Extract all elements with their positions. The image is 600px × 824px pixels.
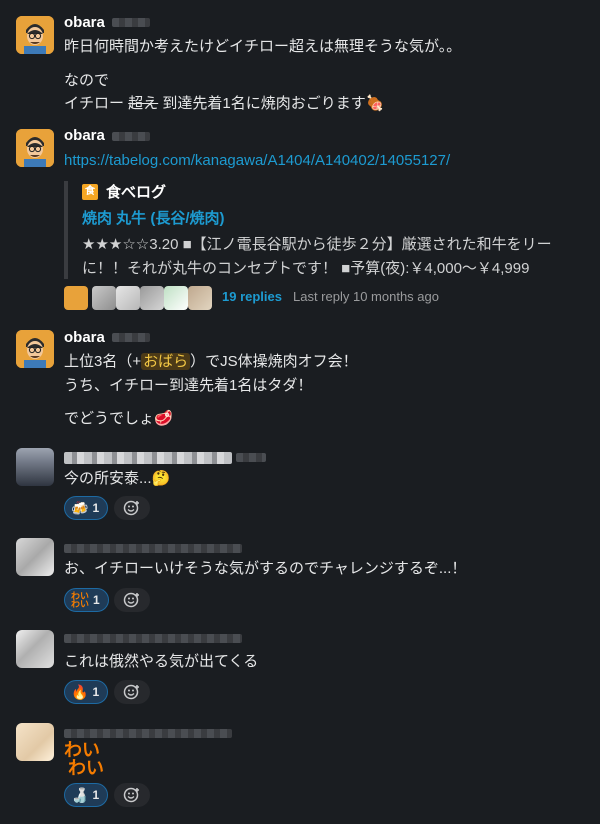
avatar[interactable] — [16, 448, 54, 486]
reaction-count: 1 — [92, 685, 100, 699]
message-text: イチロー 超え 到達先着1名に焼肉おごります🍖 — [64, 93, 384, 115]
link-preview-description-line: ★★★☆☆3.20 ■【江ノ電長谷駅から徒歩２分】厳選された和牛をリー — [82, 236, 552, 253]
avatar — [188, 286, 212, 310]
author-name[interactable]: obara — [64, 127, 105, 144]
add-reaction-button[interactable] — [114, 588, 150, 612]
beer-emoji: 🍻 — [71, 500, 89, 516]
avatar-illustration-icon — [16, 330, 54, 368]
text-segment: 上位3名（+ — [64, 353, 142, 370]
avatar — [116, 286, 140, 310]
message-text: でどうでしょ🥩 — [64, 408, 173, 430]
meat-emoji: 🍖 — [365, 95, 385, 112]
sake-emoji: 🍶 — [71, 787, 89, 803]
timestamp — [112, 18, 150, 27]
text-segment: 今の所安泰... — [64, 470, 152, 487]
message-text: お、イチローいけそうな気がするのでチャレンジするぞ...！ — [64, 560, 467, 577]
link-preview-description-line: に！！それが丸牛のコンセプトです！ ■予算(夜):￥4,000～￥4,999 — [82, 260, 530, 277]
link-preview[interactable]: 食 食べログ 焼肉 丸牛 (長谷/焼肉) ★★★☆☆3.20 ■【江ノ電長谷駅か… — [64, 181, 600, 279]
avatar-illustration-icon — [16, 129, 54, 167]
fire-emoji: 🔥 — [71, 684, 89, 700]
add-reaction-icon — [123, 684, 139, 700]
steak-emoji: 🥩 — [154, 410, 173, 427]
thread-summary[interactable]: 19 replies Last reply 10 months ago — [64, 286, 504, 310]
reaction-pill[interactable]: 🔥 1 — [64, 680, 109, 704]
message: 今の所安泰...🤔 🍻 1 — [0, 440, 600, 530]
user-mention[interactable]: おばら — [141, 353, 191, 370]
reaction-pill[interactable]: わい わい 1 — [64, 588, 109, 612]
reaction-count: 1 — [92, 501, 100, 515]
message: お、イチローいけそうな気がするのでチャレンジするぞ...！ わい わい 1 — [0, 530, 600, 620]
add-reaction-button[interactable] — [114, 783, 150, 807]
waiwai-emoji: わい わい — [64, 741, 104, 777]
text-segment: イチロー — [64, 95, 129, 112]
avatar[interactable] — [16, 538, 54, 576]
author-name[interactable] — [64, 634, 242, 643]
add-reaction-icon — [123, 592, 139, 608]
message: これは俄然やる気が出てくる 🔥 1 — [0, 620, 600, 715]
link-preview-site: 食べログ — [106, 184, 167, 201]
waiwai-emoji-line: わい — [64, 740, 100, 760]
thinking-face-emoji: 🤔 — [151, 470, 171, 487]
tabelog-icon: 食 — [82, 184, 98, 200]
message-text: 上位3名（+ おばら ）でJS体操焼肉オフ会！ — [64, 351, 358, 373]
thread-last-reply: Last reply 10 months ago — [293, 289, 439, 304]
waiwai-emoji: わい わい — [71, 591, 90, 609]
reaction-pill[interactable]: 🍶 1 — [64, 783, 109, 807]
thread-replies-link[interactable]: 19 replies — [222, 289, 282, 304]
avatar[interactable] — [16, 630, 54, 668]
author-name[interactable]: obara — [64, 14, 105, 31]
waiwai-emoji-line: わい — [68, 758, 104, 778]
avatar[interactable] — [16, 723, 54, 761]
timestamp — [112, 132, 150, 141]
message-text: うち、イチロー到達先着1名はタダ！ — [64, 377, 313, 394]
message: obara 上位3名（+ おばら ）でJS体操焼肉オフ会！ うち、イチロー到達先着1… — [0, 320, 600, 440]
author-name[interactable] — [64, 544, 242, 553]
add-reaction-button[interactable] — [114, 496, 150, 520]
author-name[interactable]: obara — [64, 329, 105, 346]
avatar[interactable] — [16, 16, 54, 54]
timestamp — [112, 333, 150, 342]
add-reaction-icon — [123, 500, 139, 516]
avatar — [64, 286, 88, 310]
text-segment: でどうでしょ — [64, 410, 155, 427]
reaction-count: 1 — [93, 593, 100, 607]
message-text: 昨日何時間か考えたけどイチロー超えは無理そうな気が。。 — [64, 38, 462, 55]
link-preview-description: ★★★☆☆3.20 ■【江ノ電長谷駅から徒歩２分】厳選された和牛をリー に！！そ… — [82, 233, 552, 281]
strikethrough-text: 超え — [128, 95, 159, 112]
avatar — [164, 286, 188, 310]
message-text: なので — [64, 72, 110, 89]
avatar — [140, 286, 164, 310]
avatar[interactable] — [16, 330, 54, 368]
author-name[interactable] — [64, 729, 232, 738]
avatar[interactable] — [16, 129, 54, 167]
message: obara 昨日何時間か考えたけどイチロー超えは無理そうな気が。。 なので イチ… — [0, 0, 600, 125]
add-reaction-button[interactable] — [114, 680, 150, 704]
text-segment: 到達先着1名に焼肉おごります — [158, 95, 366, 112]
message-link[interactable]: https://tabelog.com/kanagawa/A1404/A1404… — [64, 150, 450, 172]
add-reaction-icon — [123, 787, 139, 803]
message: わい わい 🍶 1 — [0, 715, 600, 824]
avatar-illustration-icon — [16, 16, 54, 54]
reaction-count: 1 — [92, 788, 100, 802]
author-name[interactable] — [64, 452, 232, 464]
avatar — [92, 286, 116, 310]
reaction-pill[interactable]: 🍻 1 — [64, 496, 109, 520]
message-text: これは俄然やる気が出てくる — [64, 653, 259, 670]
timestamp — [236, 453, 266, 462]
message: obara https://tabelog.com/kanagawa/A1404… — [0, 125, 600, 320]
text-segment: ）でJS体操焼肉オフ会！ — [190, 353, 358, 370]
link-preview-title[interactable]: 焼肉 丸牛 (長谷/焼肉) — [82, 207, 225, 228]
message-text: 今の所安泰...🤔 — [64, 468, 170, 490]
